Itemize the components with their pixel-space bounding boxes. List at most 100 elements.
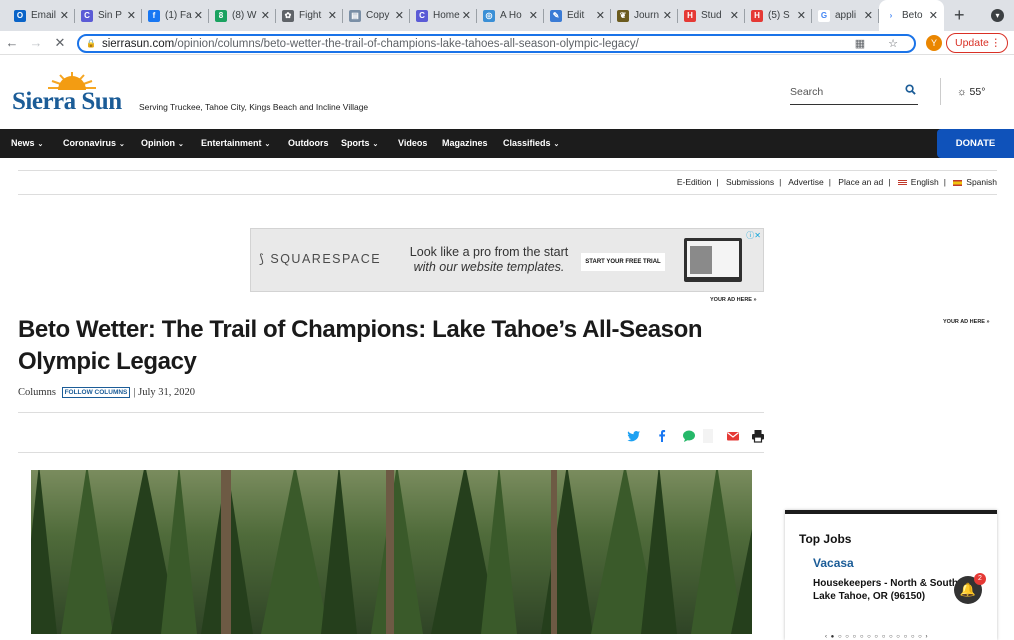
search-input[interactable]: Search [790,83,918,105]
section-link[interactable]: Columns [18,387,56,398]
ad-headline-line-1: Look like a pro from the start [409,245,569,259]
share-blank-icon[interactable] [703,429,713,443]
tab-favicon-icon: › [885,9,897,22]
tab-close-icon[interactable]: ✕ [596,9,605,22]
job-company-link[interactable]: Vacasa [813,556,854,570]
nav-item-sports[interactable]: Sports ⌄ [341,138,378,148]
tab-favicon-icon: O [14,9,26,22]
follow-columns-button[interactable]: FOLLOW COLUMNS [61,387,131,398]
tab-close-icon[interactable]: ✕ [663,9,672,22]
ad-headline-line-2: with our website templates. [413,260,565,274]
pine-tree [31,470,57,634]
nav-item-label: News [11,138,35,148]
ad-brand-name: SQUARESPACE [270,252,382,266]
nav-item-news[interactable]: News ⌄ [11,138,43,148]
email-icon[interactable] [726,429,740,443]
jobs-pager[interactable]: ‹ ● ○ ○ ○ ○ ○ ○ ○ ○ ○ ○ ○ ○ › [825,634,928,640]
tab-close-icon[interactable]: ✕ [864,9,873,22]
browser-tab[interactable]: O Email ✕ [8,0,75,31]
nav-item-videos[interactable]: Videos [398,138,427,148]
nav-item-outdoors[interactable]: Outdoors [288,138,329,148]
browser-tab[interactable]: H (5) S ✕ [745,0,812,31]
squarespace-ad[interactable]: ⟆ SQUARESPACE Look like a pro from the s… [250,228,764,292]
divider [18,194,997,195]
submissions-link[interactable]: Submissions [726,177,774,187]
article-photo[interactable] [31,470,752,634]
address-bar[interactable]: 🔒 sierrasun.com/opinion/columns/beto-wet… [77,34,916,53]
browser-tab[interactable]: C Home ✕ [410,0,477,31]
site-logo[interactable]: Sierra Sun [12,88,122,116]
browser-tab[interactable]: ▤ Copy ✕ [343,0,410,31]
tab-favicon-icon: H [751,9,763,22]
tab-close-icon[interactable]: ✕ [60,9,69,22]
ad-choices-icon[interactable]: ⓘ✕ [746,230,761,241]
forward-button[interactable]: → [24,35,48,50]
your-ad-here-link[interactable]: YOUR AD HERE » [943,319,990,325]
tab-close-icon[interactable]: ✕ [529,9,538,22]
chevron-down-icon: ⌄ [178,141,184,148]
facebook-icon[interactable] [655,429,669,443]
tab-search-icon[interactable]: ▾ [991,9,1004,22]
tab-close-icon[interactable]: ✕ [194,9,203,22]
separator: | [716,177,719,187]
nav-item-label: Classifieds [503,138,551,148]
donate-button[interactable]: DONATE [937,129,1014,158]
browser-tab[interactable]: C Sin P ✕ [75,0,142,31]
pine-tree [321,470,357,634]
tab-close-icon[interactable]: ✕ [395,9,404,22]
weather-widget[interactable]: ☼ 55° [957,86,985,98]
chevron-down-icon: ⌄ [264,141,271,148]
tab-close-icon[interactable]: ✕ [797,9,806,22]
browser-tab[interactable]: ◎ A Ho ✕ [477,0,544,31]
nav-item-classifieds[interactable]: Classifieds ⌄ [503,138,559,148]
tab-close-icon[interactable]: ✕ [127,9,136,22]
pine-tree [481,470,517,634]
chevron-down-icon: ⌄ [553,141,560,148]
new-tab-button[interactable]: + [954,0,965,31]
back-button[interactable]: ← [0,35,24,50]
job-title-link[interactable]: Housekeepers - North & South Lake Tahoe,… [813,577,973,603]
nav-item-magazines[interactable]: Magazines [442,138,488,148]
tab-title: A Ho [500,10,522,21]
nav-item-coronavirus[interactable]: Coronavirus ⌄ [63,138,125,148]
tab-close-icon[interactable]: ✕ [462,9,471,22]
nav-item-label: Coronavirus [63,138,117,148]
tab-title: appli [835,10,857,21]
browser-tab[interactable]: ✿ Fight ✕ [276,0,343,31]
update-button[interactable]: Update ⋮ [946,33,1008,53]
tab-favicon-icon: G [818,9,830,22]
nav-item-entertainment[interactable]: Entertainment ⌄ [201,138,270,148]
advertise-link[interactable]: Advertise [788,177,823,187]
update-label: Update [955,37,989,49]
browser-tab[interactable]: ✎ Edit ✕ [544,0,611,31]
search-icon[interactable] [905,84,916,98]
browser-tab[interactable]: ❦ Journ ✕ [611,0,678,31]
print-icon[interactable] [751,429,765,443]
twitter-icon[interactable] [627,429,641,443]
pine-tree [371,470,423,634]
lock-icon[interactable]: 🔒 [86,39,96,48]
browser-tab[interactable]: H Stud ✕ [678,0,745,31]
nav-item-opinion[interactable]: Opinion ⌄ [141,138,184,148]
ad-cta-button[interactable]: START YOUR FREE TRIAL [581,253,665,271]
tab-close-icon[interactable]: ✕ [730,9,739,22]
tab-close-icon[interactable]: ✕ [261,9,270,22]
english-link[interactable]: English [911,177,939,187]
sms-icon[interactable] [682,429,696,443]
qr-bookmark-icons[interactable]: ▦ ☆ [855,37,908,50]
profile-avatar[interactable]: Y [926,35,942,51]
tab-close-icon[interactable]: ✕ [328,9,337,22]
spanish-link[interactable]: Spanish [966,177,997,187]
tab-close-icon[interactable]: ✕ [929,9,938,22]
place-ad-link[interactable]: Place an ad [838,177,883,187]
browser-tab[interactable]: › Beto ✕ [879,0,944,31]
browser-tab[interactable]: f (1) Fa ✕ [142,0,209,31]
squarespace-logo-icon: ⟆ [259,252,266,266]
tab-title: Email [31,10,57,21]
e-edition-link[interactable]: E-Edition [677,177,712,187]
menu-icon[interactable]: ⋮ [991,34,1002,52]
browser-tab[interactable]: 8 (8) W ✕ [209,0,276,31]
browser-tab[interactable]: Gappli ✕ [812,0,879,31]
your-ad-here-link[interactable]: YOUR AD HERE » [710,297,757,303]
stop-loading-button[interactable]: ✕ [48,35,72,51]
